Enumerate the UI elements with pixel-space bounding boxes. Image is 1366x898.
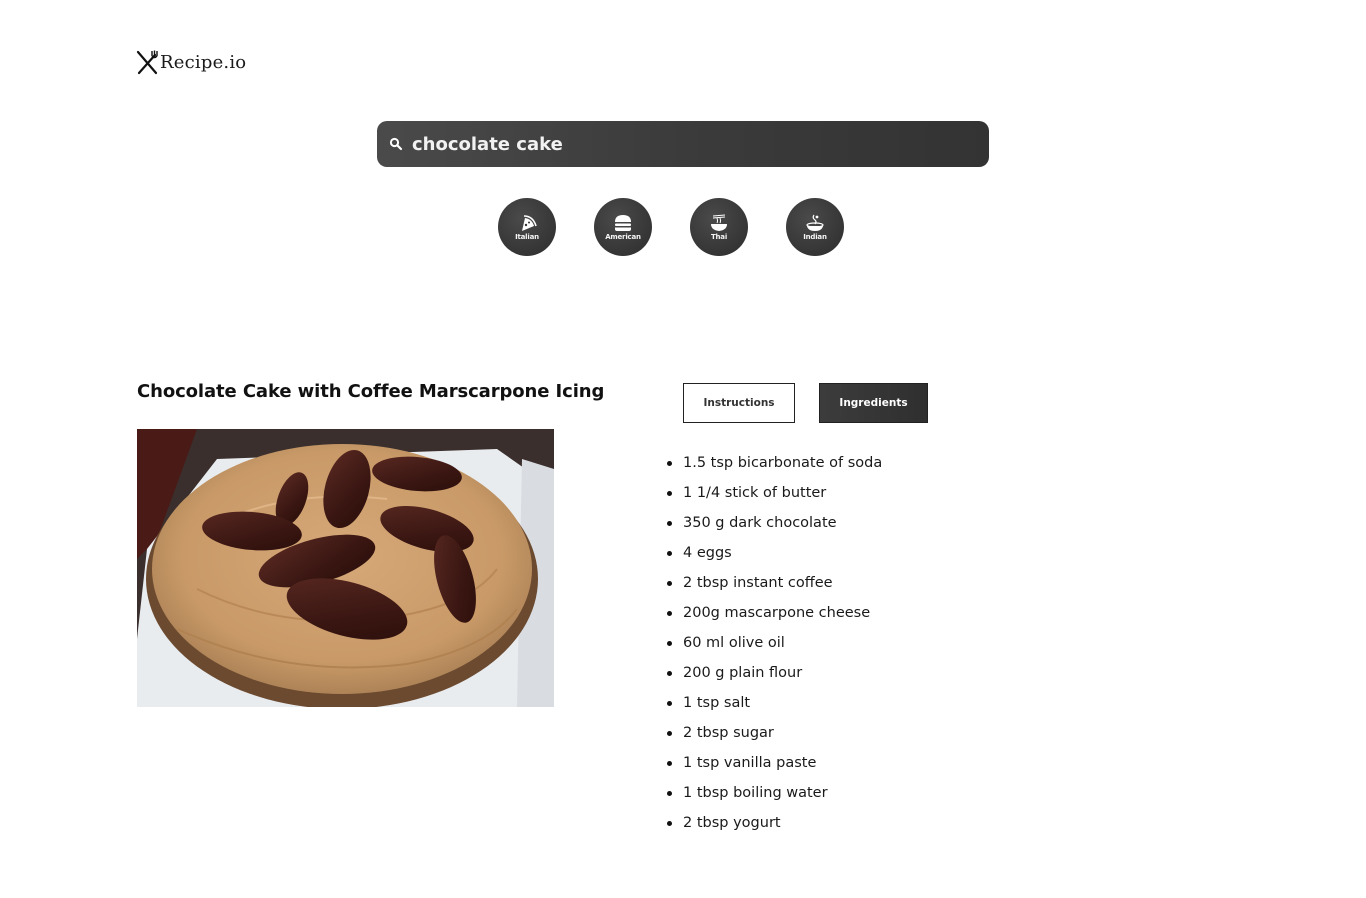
cuisine-filters: Italian American Thai Indian <box>498 198 844 256</box>
search-input[interactable] <box>412 133 952 155</box>
cuisine-label: American <box>605 233 641 241</box>
cuisine-american-button[interactable]: American <box>594 198 652 256</box>
search-bar <box>377 121 989 167</box>
search-icon <box>389 137 403 151</box>
fork-knife-icon <box>136 50 158 75</box>
burger-icon <box>615 215 631 231</box>
cuisine-indian-button[interactable]: Indian <box>786 198 844 256</box>
list-item: 200 g plain flour <box>666 661 882 691</box>
cuisine-label: Italian <box>515 233 539 241</box>
recipe-image <box>137 429 554 707</box>
page: Recipe.io Italian American <box>0 0 1366 898</box>
cuisine-label: Thai <box>710 233 728 241</box>
curry-bowl-icon <box>806 214 824 231</box>
tab-ingredients-label: Ingredients <box>839 397 908 409</box>
ingredients-list: 1.5 tsp bicarbonate of soda 1 1/4 stick … <box>666 451 882 841</box>
pizza-slice-icon <box>522 215 537 231</box>
recipe-title: Chocolate Cake with Coffee Marscarpone I… <box>137 381 605 402</box>
logo-link[interactable]: Recipe.io <box>136 49 246 75</box>
list-item: 1 tsp vanilla paste <box>666 751 882 781</box>
list-item: 1 1/4 stick of butter <box>666 481 882 511</box>
list-item: 2 tbsp sugar <box>666 721 882 751</box>
list-item: 2 tbsp yogurt <box>666 811 882 841</box>
logo-text: Recipe.io <box>160 51 247 73</box>
tab-instructions[interactable]: Instructions <box>683 383 795 423</box>
tab-instructions-label: Instructions <box>703 397 775 409</box>
list-item: 1 tbsp boiling water <box>666 781 882 811</box>
cuisine-italian-button[interactable]: Italian <box>498 198 556 256</box>
tab-ingredients[interactable]: Ingredients <box>819 383 928 423</box>
list-item: 1 tsp salt <box>666 691 882 721</box>
noodle-bowl-icon <box>711 214 727 231</box>
list-item: 60 ml olive oil <box>666 631 882 661</box>
cuisine-thai-button[interactable]: Thai <box>690 198 748 256</box>
cuisine-label: Indian <box>803 233 827 241</box>
list-item: 200g mascarpone cheese <box>666 601 882 631</box>
list-item: 350 g dark chocolate <box>666 511 882 541</box>
list-item: 4 eggs <box>666 541 882 571</box>
list-item: 2 tbsp instant coffee <box>666 571 882 601</box>
list-item: 1.5 tsp bicarbonate of soda <box>666 451 882 481</box>
